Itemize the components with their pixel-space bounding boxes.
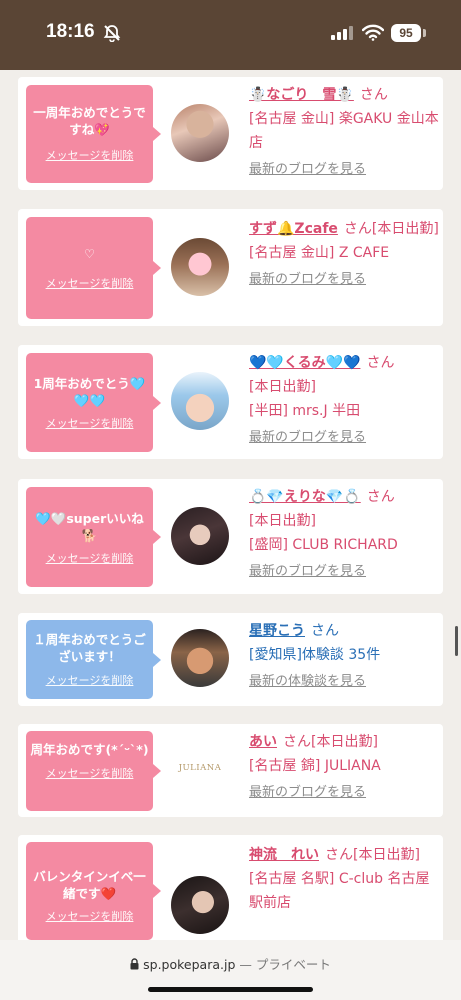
message-list[interactable]: 一周年おめでとうですね💖 メッセージを削除 ☃️なごり 雪☃️ さん [名古屋 金…: [0, 70, 461, 940]
avatar[interactable]: [171, 629, 229, 687]
cast-info: 💙🩵くるみ🩵💙 さん [本日出勤] [半田] mrs.J 半田 最新のブログを見る: [249, 351, 439, 450]
status-bar: 18:16 95: [0, 0, 461, 70]
san-label: さん[本日出勤]: [325, 847, 420, 863]
san-label: さん: [366, 355, 395, 371]
cast-name-link[interactable]: 💙🩵くるみ🩵💙: [249, 355, 360, 371]
cast-name-link[interactable]: ☃️なごり 雪☃️: [249, 87, 354, 103]
latest-blog-link[interactable]: 最新のブログを見る: [249, 158, 366, 182]
message-text: 1周年おめでとう🩵🩵🩵: [33, 376, 146, 408]
message-card: 🩵🤍superいいね🐕 メッセージを削除 💍💎えりな💎💍 さん [本日出勤] [盛…: [18, 479, 443, 594]
delete-message-link[interactable]: メッセージを削除: [46, 147, 134, 163]
avatar[interactable]: [171, 104, 229, 162]
cast-info: ☃️なごり 雪☃️ さん [名古屋 金山] 楽GAKU 金山本店 最新のブログを見…: [249, 83, 439, 182]
cast-name-link[interactable]: 💍💎えりな💎💍: [249, 489, 361, 505]
lock-icon: [130, 958, 139, 970]
message-bubble: １周年おめでとうございます！ メッセージを削除: [26, 620, 161, 699]
shop-logo-text: JULIANA: [178, 763, 222, 773]
scroll-indicator[interactable]: [455, 626, 458, 656]
message-card: バレンタインイベ一緒です❤️ メッセージを削除 神流 れい さん[本日出勤] [名…: [18, 835, 443, 940]
url-separator: —: [239, 957, 252, 972]
home-indicator[interactable]: [148, 987, 313, 992]
san-label: さん: [359, 87, 388, 103]
avatar[interactable]: [171, 507, 229, 565]
bell-muted-icon: [103, 25, 121, 42]
status-time: 18:16: [46, 21, 95, 42]
san-label: さん: [311, 623, 339, 639]
message-bubble: 🩵🤍superいいね🐕 メッセージを削除: [26, 487, 161, 587]
message-bubble: 周年おめです(*´ᵕ`*) メッセージを削除: [26, 731, 161, 811]
delete-message-link[interactable]: メッセージを削除: [46, 672, 134, 688]
san-label: さん[本日出勤]: [343, 221, 439, 237]
shop-info: [半田] mrs.J 半田: [249, 403, 361, 419]
message-card: ♡ メッセージを削除 すず🔔Zcafe さん[本日出勤] [名古屋 金山] Z C…: [18, 209, 443, 326]
shop-info: [名古屋 錦] JULIANA: [249, 758, 381, 774]
delete-message-link[interactable]: メッセージを削除: [46, 550, 134, 566]
message-text: ♡: [84, 247, 95, 261]
shop-info: [名古屋 金山] Z CAFE: [249, 245, 390, 261]
latest-blog-link[interactable]: 最新のブログを見る: [249, 781, 366, 805]
url-text: sp.pokepara.jp: [143, 957, 236, 972]
cast-name-link[interactable]: 神流 れい: [249, 847, 319, 863]
avatar[interactable]: [171, 372, 229, 430]
message-text: 一周年おめでとうですね💖: [33, 105, 146, 137]
url-bar[interactable]: sp.pokepara.jp — プライベート: [0, 954, 461, 973]
shop-info: [名古屋 名駅] C-club 名古屋駅前店: [249, 871, 430, 911]
battery-icon: 95: [391, 24, 421, 42]
shop-info: [名古屋 金山] 楽GAKU 金山本店: [249, 111, 439, 151]
shop-logo[interactable]: JULIANA: [171, 739, 229, 797]
latest-review-link[interactable]: 最新の体験談を見る: [249, 670, 366, 694]
message-card: 周年おめです(*´ᵕ`*) メッセージを削除 JULIANA あい さん[本日出勤…: [18, 724, 443, 817]
avatar[interactable]: [171, 876, 229, 934]
message-text: 🩵🤍superいいね🐕: [35, 511, 144, 543]
latest-blog-link[interactable]: 最新のブログを見る: [249, 268, 366, 292]
message-bubble: ♡ メッセージを削除: [26, 217, 161, 319]
latest-blog-link[interactable]: 最新のブログを見る: [249, 560, 366, 584]
cast-info: 神流 れい さん[本日出勤] [名古屋 名駅] C-club 名古屋駅前店: [249, 843, 439, 915]
cast-info: すず🔔Zcafe さん[本日出勤] [名古屋 金山] Z CAFE 最新のブログを…: [249, 217, 439, 292]
message-bubble: 一周年おめでとうですね💖 メッセージを削除: [26, 85, 161, 183]
work-status: [本日出勤]: [249, 379, 316, 395]
latest-blog-link[interactable]: 最新のブログを見る: [249, 426, 366, 450]
message-card: 1周年おめでとう🩵🩵🩵 メッセージを削除 💙🩵くるみ🩵💙 さん [本日出勤] [半…: [18, 345, 443, 459]
message-bubble: バレンタインイベ一緒です❤️ メッセージを削除: [26, 842, 161, 940]
work-status: [本日出勤]: [249, 513, 316, 529]
delete-message-link[interactable]: メッセージを削除: [46, 275, 134, 291]
delete-message-link[interactable]: メッセージを削除: [46, 765, 134, 781]
message-card: 一周年おめでとうですね💖 メッセージを削除 ☃️なごり 雪☃️ さん [名古屋 金…: [18, 77, 443, 190]
wifi-icon: [362, 24, 384, 41]
browser-bottom-bar: sp.pokepara.jp — プライベート: [0, 940, 461, 1000]
cast-info: 星野こう さん [愛知県]体験談 35件 最新の体験談を見る: [249, 619, 439, 694]
reviewer-name-link[interactable]: 星野こう: [249, 623, 305, 639]
avatar[interactable]: [171, 238, 229, 296]
cast-info: あい さん[本日出勤] [名古屋 錦] JULIANA 最新のブログを見る: [249, 730, 439, 805]
battery-cap: [423, 29, 426, 37]
message-text: バレンタインイベ一緒です❤️: [33, 869, 146, 901]
san-label: さん: [366, 489, 395, 505]
message-text: 周年おめです(*´ᵕ`*): [30, 742, 149, 757]
cast-name-link[interactable]: すず🔔Zcafe: [249, 221, 338, 237]
shop-info: [盛岡] CLUB RICHARD: [249, 537, 398, 553]
message-text: １周年おめでとうございます！: [33, 632, 146, 664]
cast-name-link[interactable]: あい: [249, 734, 277, 750]
review-info: [愛知県]体験談 35件: [249, 647, 381, 663]
message-bubble: 1周年おめでとう🩵🩵🩵 メッセージを削除: [26, 353, 161, 452]
message-card: １周年おめでとうございます！ メッセージを削除 星野こう さん [愛知県]体験談 …: [18, 613, 443, 706]
delete-message-link[interactable]: メッセージを削除: [46, 908, 134, 924]
delete-message-link[interactable]: メッセージを削除: [46, 415, 134, 431]
signal-icon: [331, 26, 353, 40]
san-label: さん[本日出勤]: [283, 734, 378, 750]
cast-info: 💍💎えりな💎💍 さん [本日出勤] [盛岡] CLUB RICHARD 最新のブロ…: [249, 485, 439, 584]
private-mode-label: プライベート: [255, 957, 331, 972]
